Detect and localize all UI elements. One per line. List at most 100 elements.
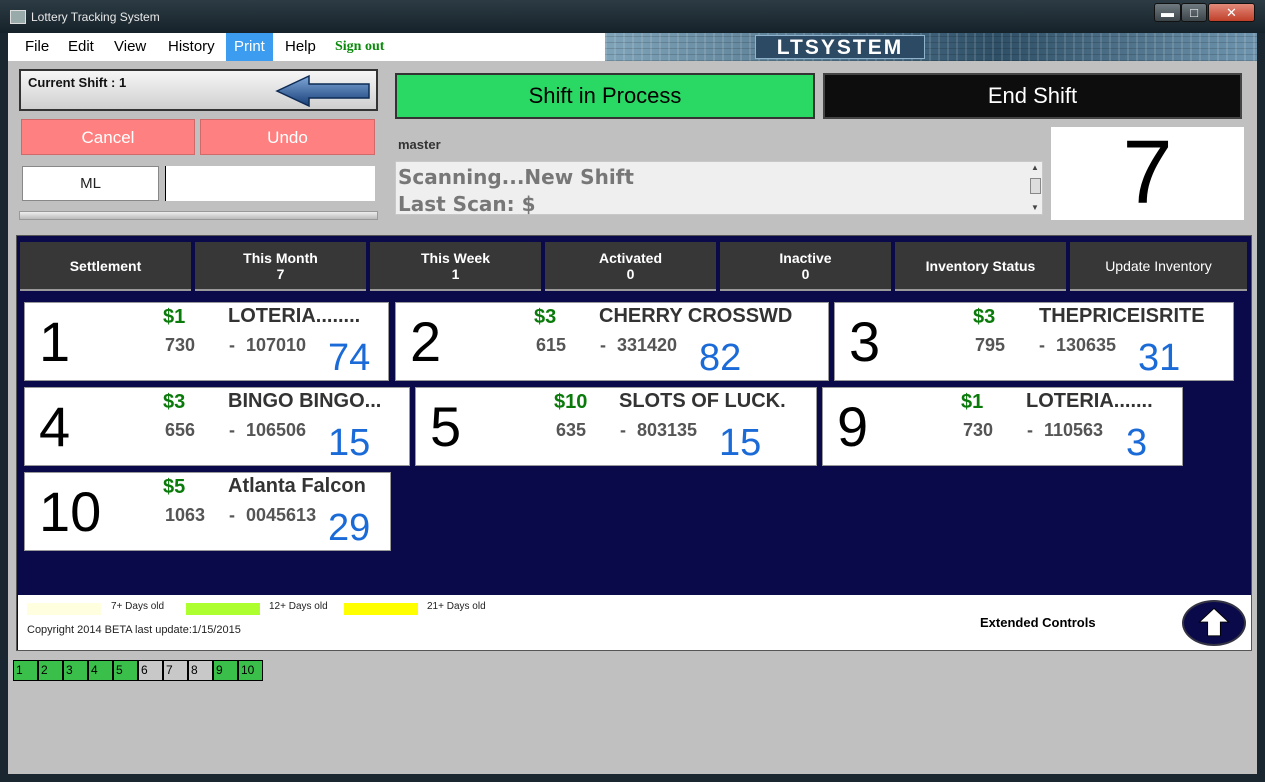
ticket-count: 82 xyxy=(699,337,742,379)
scan-count-display: 7 xyxy=(1051,127,1244,220)
page-tab[interactable]: 5 xyxy=(113,660,138,681)
ticket-card[interactable]: 2 $3 CHERRY CROSSWD 615 - 331420 82 xyxy=(395,302,829,381)
legend-bar: 7+ Days old 12+ Days old 21+ Days old Co… xyxy=(18,595,1251,650)
ticket-card[interactable]: 3 $3 THEPRICEISRITE 795 - 130635 31 xyxy=(834,302,1234,381)
inactive-button[interactable]: Inactive 0 xyxy=(720,242,891,291)
last-scan-line: Last Scan: $ xyxy=(398,192,536,216)
pack-number: 0045613 xyxy=(246,505,317,525)
menu-edit[interactable]: Edit xyxy=(65,33,97,61)
slot-number: 10 xyxy=(39,480,102,543)
header-value: 0 xyxy=(626,265,635,282)
maximize-button[interactable]: □ xyxy=(1181,3,1207,22)
dash: - xyxy=(229,505,235,525)
menu-history[interactable]: History xyxy=(165,33,218,61)
ticket-count: 74 xyxy=(328,337,371,379)
page-tab[interactable]: 2 xyxy=(38,660,63,681)
ticket-card[interactable]: 10 $5 Atlanta Falcon 1063 - 0045613 29 xyxy=(24,472,391,551)
ticket-card[interactable]: 1 $1 LOTERIA........ 730 - 107010 74 xyxy=(24,302,389,381)
dash: - xyxy=(620,420,626,440)
page-tab[interactable]: 8 xyxy=(188,660,213,681)
header-value: 7 xyxy=(276,265,285,282)
undo-button[interactable]: Undo xyxy=(200,119,375,155)
app-window: Lottery Tracking System ▬ □ ✕ File Edit … xyxy=(0,0,1265,782)
scan-status-line: Scanning...New Shift xyxy=(398,165,634,189)
header-label: This Month xyxy=(243,249,318,266)
ltsystem-logo: LTSYSTEM xyxy=(755,35,925,59)
game-number: 615 xyxy=(536,335,567,355)
game-number: 1063 xyxy=(165,505,206,525)
ticket-price: $5 xyxy=(163,476,186,498)
dash: - xyxy=(1039,335,1045,355)
ticket-price: $1 xyxy=(961,391,984,413)
legend-swatch xyxy=(344,603,418,615)
game-number: 795 xyxy=(975,335,1006,355)
header-label: Settlement xyxy=(69,257,142,274)
minimize-button[interactable]: ▬ xyxy=(1154,3,1181,22)
main-panel: Settlement This Month 7 This Week 1 Acti… xyxy=(16,235,1252,651)
inventory-status-button[interactable]: Inventory Status xyxy=(895,242,1066,291)
ticket-card[interactable]: 5 $10 SLOTS OF LUCK. 635 - 803135 15 xyxy=(415,387,817,466)
ticket-card[interactable]: 4 $3 BINGO BINGO... 656 - 106506 15 xyxy=(24,387,410,466)
pack-number: 331420 xyxy=(617,335,678,355)
ticket-name: CHERRY CROSSWD xyxy=(599,305,793,327)
slot-number: 9 xyxy=(837,395,869,458)
up-arrow-icon xyxy=(1198,607,1230,637)
legend-label: 12+ Days old xyxy=(269,601,328,612)
slot-number: 1 xyxy=(39,310,71,373)
header-label: Inventory Status xyxy=(925,257,1036,274)
menu-print[interactable]: Print xyxy=(226,33,273,61)
this-week-button[interactable]: This Week 1 xyxy=(370,242,541,291)
header-value: 0 xyxy=(801,265,810,282)
banner: LTSYSTEM xyxy=(605,33,1257,61)
sign-out-link[interactable]: Sign out xyxy=(332,33,387,61)
this-month-button[interactable]: This Month 7 xyxy=(195,242,366,291)
cancel-button[interactable]: Cancel xyxy=(21,119,195,155)
close-button[interactable]: ✕ xyxy=(1208,3,1255,22)
activated-button[interactable]: Activated 0 xyxy=(545,242,716,291)
extended-controls-button[interactable] xyxy=(1182,600,1246,646)
scroll-down-icon[interactable]: ▼ xyxy=(1028,203,1042,213)
game-number: 730 xyxy=(963,420,994,440)
end-shift-button[interactable]: End Shift xyxy=(823,73,1242,119)
header-label: Update Inventory xyxy=(1105,257,1212,274)
scan-input[interactable] xyxy=(165,166,375,201)
client-area: File Edit View History Print Help Sign o… xyxy=(8,33,1257,774)
legend-label: 21+ Days old xyxy=(427,601,486,612)
app-icon xyxy=(10,10,26,24)
shift-in-process-button[interactable]: Shift in Process xyxy=(395,73,815,119)
menu-file[interactable]: File xyxy=(22,33,52,61)
game-number: 730 xyxy=(165,335,196,355)
settlement-button[interactable]: Settlement xyxy=(20,242,191,291)
ticket-name: SLOTS OF LUCK. xyxy=(619,390,786,412)
menu-help[interactable]: Help xyxy=(282,33,319,61)
page-tab[interactable]: 3 xyxy=(63,660,88,681)
ticket-price: $3 xyxy=(163,391,186,413)
scan-status-box: Scanning...New Shift Last Scan: $ ▲ ▼ xyxy=(395,161,1043,216)
page-tab[interactable]: 6 xyxy=(138,660,163,681)
legend-swatch xyxy=(186,603,260,615)
back-arrow-icon[interactable] xyxy=(275,74,371,108)
page-tab[interactable]: 1 xyxy=(13,660,38,681)
pack-number: 130635 xyxy=(1056,335,1117,355)
ml-button[interactable]: ML xyxy=(22,166,159,201)
ticket-price: $1 xyxy=(163,306,186,328)
ticket-card[interactable]: 9 $1 LOTERIA....... 730 - 110563 3 xyxy=(822,387,1183,466)
legend-label: 7+ Days old xyxy=(111,601,165,612)
header-label: Activated xyxy=(598,249,663,266)
page-tab[interactable]: 10 xyxy=(238,660,263,681)
page-tab[interactable]: 7 xyxy=(163,660,188,681)
slot-number: 3 xyxy=(849,310,881,373)
ticket-count: 31 xyxy=(1138,337,1181,379)
dash: - xyxy=(1027,420,1033,440)
scroll-up-icon[interactable]: ▲ xyxy=(1028,163,1042,173)
current-shift-label: Current Shift : 1 xyxy=(28,75,127,90)
menu-view[interactable]: View xyxy=(111,33,149,61)
dash: - xyxy=(600,335,606,355)
pack-number: 803135 xyxy=(637,420,698,440)
user-label: master xyxy=(398,137,441,152)
update-inventory-button[interactable]: Update Inventory xyxy=(1070,242,1247,291)
scrollbar-thumb[interactable] xyxy=(1030,178,1041,194)
page-tab[interactable]: 4 xyxy=(88,660,113,681)
page-tab[interactable]: 9 xyxy=(213,660,238,681)
title-bar: Lottery Tracking System ▬ □ ✕ xyxy=(0,0,1265,33)
